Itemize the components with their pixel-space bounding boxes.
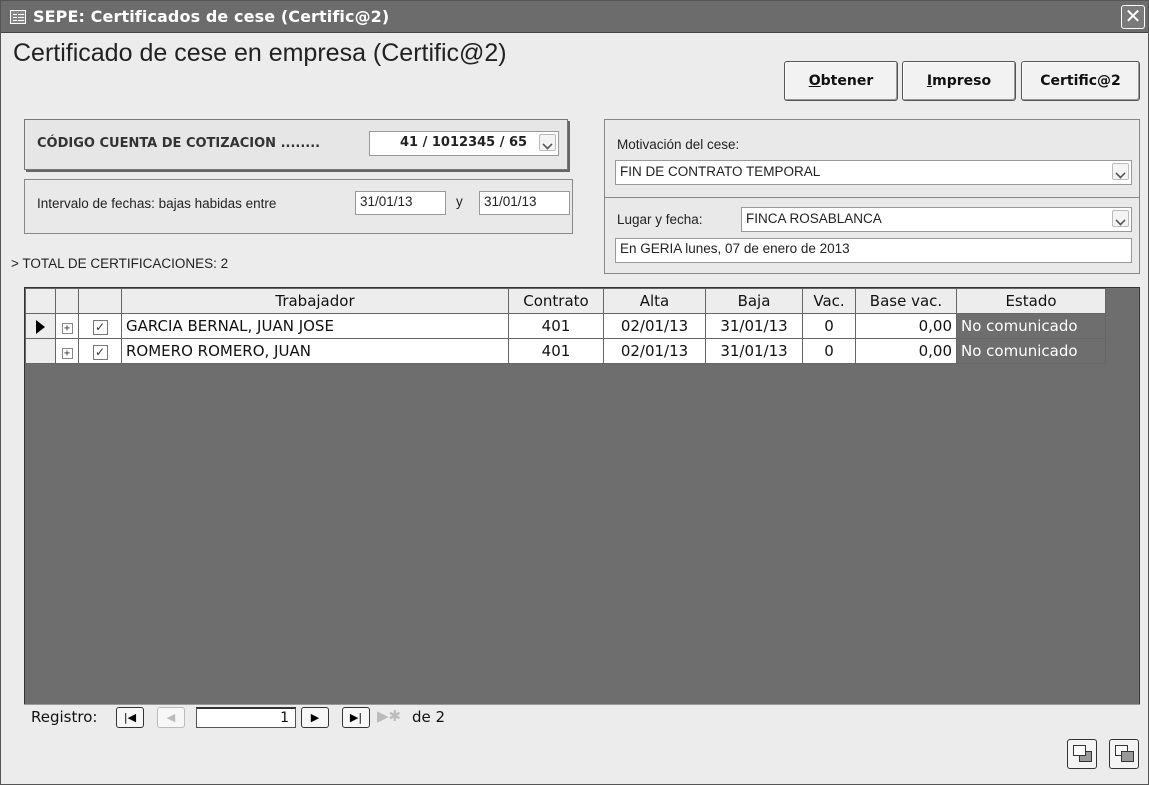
record-selector[interactable] bbox=[25, 338, 56, 364]
motivacion-panel: Motivación del cese: FIN DE CONTRATO TEM… bbox=[604, 119, 1140, 199]
obtener-button[interactable]: Obtener bbox=[784, 61, 898, 101]
form-icon bbox=[10, 10, 26, 24]
motivacion-combo[interactable]: FIN DE CONTRATO TEMPORAL bbox=[615, 160, 1132, 185]
codigo-combo[interactable]: 41 / 1012345 / 65 bbox=[369, 131, 559, 156]
chevron-down-icon[interactable] bbox=[539, 134, 556, 151]
cell-base-vac[interactable]: 0,00 bbox=[855, 338, 957, 364]
expand-header bbox=[55, 288, 79, 314]
lugar-panel: Lugar y fecha: FINCA ROSABLANCA En GERIA… bbox=[604, 197, 1140, 274]
navigator-label: Registro: bbox=[31, 708, 98, 726]
impreso-label: mpreso bbox=[932, 73, 992, 89]
header-vac[interactable]: Vac. bbox=[802, 288, 856, 314]
check-cell[interactable]: ✓ bbox=[78, 338, 122, 364]
header-estado[interactable]: Estado bbox=[956, 288, 1106, 314]
intervalo-label: Intervalo de fechas: bajas habidas entre bbox=[37, 196, 277, 211]
cell-vac[interactable]: 0 bbox=[802, 313, 856, 339]
window-front-icon bbox=[1073, 745, 1086, 756]
obtener-hotkey: O bbox=[808, 73, 821, 89]
selector-header[interactable] bbox=[25, 288, 56, 314]
cell-estado[interactable]: No comunicado bbox=[956, 313, 1106, 339]
obtener-label: btener bbox=[820, 73, 874, 89]
row-checkbox[interactable]: ✓ bbox=[92, 320, 108, 335]
cell-alta[interactable]: 02/01/13 bbox=[603, 338, 706, 364]
chevron-down-icon[interactable] bbox=[1112, 163, 1129, 180]
cell-contrato[interactable]: 401 bbox=[508, 313, 604, 339]
cell-trabajador[interactable]: ROMERO ROMERO, JUAN bbox=[121, 338, 509, 364]
check-header bbox=[78, 288, 122, 314]
current-record-field[interactable]: 1 bbox=[196, 707, 296, 728]
header-contrato[interactable]: Contrato bbox=[508, 288, 604, 314]
cell-baja[interactable]: 31/01/13 bbox=[705, 313, 803, 339]
codigo-value: 41 / 1012345 / 65 bbox=[400, 135, 528, 150]
check-cell[interactable]: ✓ bbox=[78, 313, 122, 339]
intervalo-panel: Intervalo de fechas: bajas habidas entre… bbox=[24, 179, 573, 234]
header-alta[interactable]: Alta bbox=[603, 288, 706, 314]
lugar-value: FINCA ROSABLANCA bbox=[746, 211, 882, 226]
record-navigator: Registro: |◀ ◀ 1 ▶ ▶| ▶✱ de 2 bbox=[24, 704, 1140, 729]
header-trabajador[interactable]: Trabajador bbox=[121, 288, 509, 314]
expand-plus-icon[interactable]: + bbox=[61, 323, 73, 334]
close-button[interactable]: ✕ bbox=[1121, 5, 1145, 29]
motivacion-value: FIN DE CONTRATO TEMPORAL bbox=[620, 164, 821, 179]
fecha-hasta-field[interactable]: 31/01/13 bbox=[479, 191, 570, 215]
chevron-down-icon[interactable] bbox=[1112, 210, 1129, 227]
codigo-label: CÓDIGO CUENTA DE COTIZACION ........ bbox=[37, 136, 321, 151]
records-table: Trabajador Contrato Alta Baja Vac. Base … bbox=[25, 288, 1106, 364]
total-certificaciones: > TOTAL DE CERTIFICACIONES: 2 bbox=[11, 256, 229, 271]
header-baja[interactable]: Baja bbox=[705, 288, 803, 314]
restore-window-button[interactable] bbox=[1067, 739, 1097, 769]
cell-baja[interactable]: 31/01/13 bbox=[705, 338, 803, 364]
first-record-button[interactable]: |◀ bbox=[116, 707, 144, 728]
table-row[interactable]: + ✓ GARCIA BERNAL, JUAN JOSE 401 02/01/1… bbox=[25, 313, 1106, 339]
table-header-row: Trabajador Contrato Alta Baja Vac. Base … bbox=[25, 288, 1106, 314]
cell-contrato[interactable]: 401 bbox=[508, 338, 604, 364]
cell-estado[interactable]: No comunicado bbox=[956, 338, 1106, 364]
header-base-vac[interactable]: Base vac. bbox=[855, 288, 957, 314]
window-front-icon bbox=[1121, 751, 1134, 762]
motivacion-label: Motivación del cese: bbox=[617, 137, 740, 152]
impreso-button[interactable]: Impreso bbox=[902, 61, 1016, 101]
codigo-panel: CÓDIGO CUENTA DE COTIZACION ........ 41 … bbox=[24, 119, 568, 170]
next-record-button[interactable]: ▶ bbox=[301, 707, 329, 728]
previous-record-button[interactable]: ◀ bbox=[157, 707, 185, 728]
form-window: SEPE: Certificados de cese (Certific@2) … bbox=[0, 0, 1149, 785]
table-row[interactable]: + ✓ ROMERO ROMERO, JUAN 401 02/01/13 31/… bbox=[25, 338, 1106, 364]
record-selector[interactable] bbox=[25, 313, 56, 339]
intervalo-joiner: y bbox=[456, 194, 463, 209]
fecha-texto-field[interactable]: En GERIA lunes, 07 de enero de 2013 bbox=[615, 238, 1132, 263]
window-title: SEPE: Certificados de cese (Certific@2) bbox=[33, 7, 390, 26]
lugar-combo[interactable]: FINCA ROSABLANCA bbox=[741, 207, 1132, 232]
new-record-icon[interactable]: ▶✱ bbox=[377, 707, 401, 725]
cell-trabajador[interactable]: GARCIA BERNAL, JUAN JOSE bbox=[121, 313, 509, 339]
title-bar[interactable]: SEPE: Certificados de cese (Certific@2) … bbox=[1, 1, 1148, 33]
cascade-window-button[interactable] bbox=[1109, 739, 1139, 769]
lugar-label: Lugar y fecha: bbox=[617, 212, 703, 227]
record-count: de 2 bbox=[412, 708, 446, 726]
current-record-icon bbox=[36, 319, 45, 334]
datasheet[interactable]: Trabajador Contrato Alta Baja Vac. Base … bbox=[24, 287, 1140, 728]
fecha-desde-field[interactable]: 31/01/13 bbox=[355, 191, 446, 215]
cell-base-vac[interactable]: 0,00 bbox=[855, 313, 957, 339]
last-record-button[interactable]: ▶| bbox=[342, 707, 370, 728]
certifica-button[interactable]: Certific@2 bbox=[1021, 61, 1140, 101]
expand-cell[interactable]: + bbox=[55, 338, 79, 364]
cell-vac[interactable]: 0 bbox=[802, 338, 856, 364]
expand-plus-icon[interactable]: + bbox=[61, 348, 73, 359]
expand-cell[interactable]: + bbox=[55, 313, 79, 339]
row-checkbox[interactable]: ✓ bbox=[92, 345, 108, 360]
page-title: Certificado de cese en empresa (Certific… bbox=[13, 39, 507, 67]
cell-alta[interactable]: 02/01/13 bbox=[603, 313, 706, 339]
